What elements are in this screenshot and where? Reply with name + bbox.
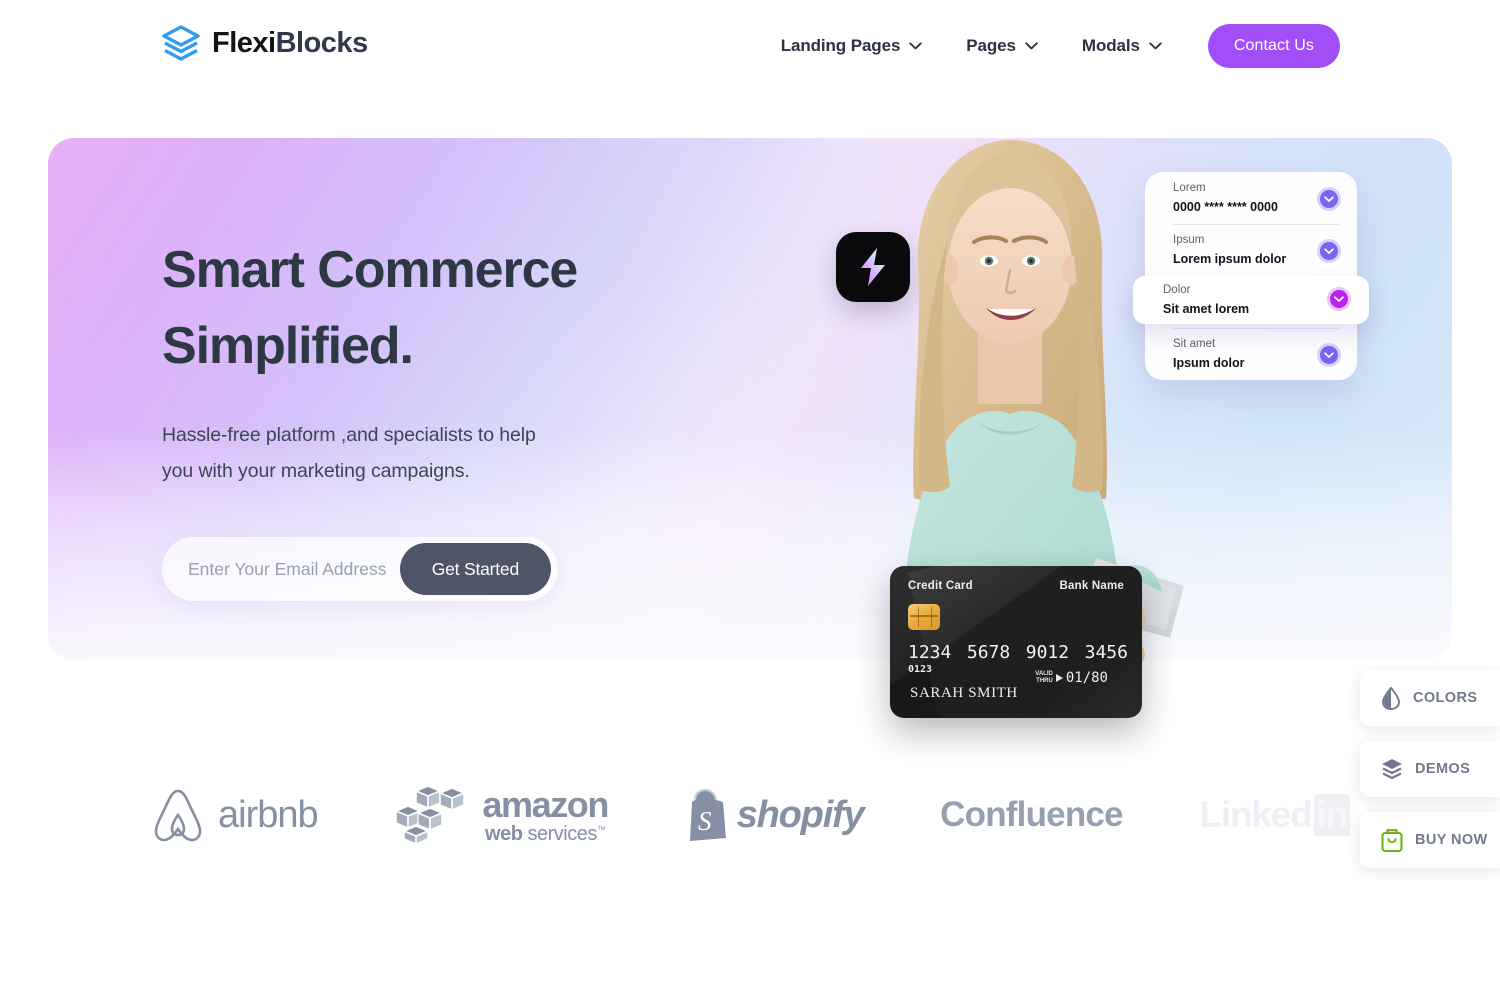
list-item-value: Ipsum dolor [1173,356,1245,370]
contact-us-button[interactable]: Contact Us [1207,24,1340,68]
logo-label-mark: in [1313,794,1350,836]
chevron-down-icon [909,42,923,50]
chevron-down-icon[interactable] [1327,287,1351,311]
logo-sublabel: web services™ [485,823,606,845]
nav-item-label: Modals [1081,36,1140,55]
hero-copy: Smart Commerce Simplified. Hassle-free p… [162,232,722,601]
list-item-value: 0000 **** **** 0000 [1173,200,1278,214]
nav-item-landing-pages[interactable]: Landing Pages [759,26,945,66]
widget-demos[interactable]: DEMOS [1360,741,1500,797]
nav-item-label: Landing Pages [780,36,901,55]
layers-icon [1382,759,1402,780]
subhead-line-1: Hassle-free platform ,and specialists to… [162,423,536,446]
list-item[interactable]: Ipsum Lorem ipsum dolor [1145,224,1357,276]
nav-item-pages[interactable]: Pages [944,26,1060,66]
credit-card-holder: SARAH SMITH [910,685,1018,701]
card-number-group: 9012 [1025,642,1070,663]
email-signup-form: Get Started [162,537,558,601]
widget-label: DEMOS [1415,761,1471,777]
list-item-active[interactable]: Dolor Sit amet lorem [1133,276,1369,324]
headline-line-2: Simplified. [162,317,414,376]
floating-info-card: Lorem 0000 **** **** 0000 Ipsum Lorem ip… [1133,172,1369,380]
logo-label: amazon [482,784,609,825]
widget-label: COLORS [1413,690,1478,706]
list-item[interactable]: Lorem 0000 **** **** 0000 [1145,172,1357,224]
main-navigation: Landing Pages Pages Modals Contact Us [759,24,1340,68]
list-item-label: Ipsum [1173,234,1205,246]
floating-action-widgets: COLORS DEMOS BUY NOW [1360,670,1500,883]
logo-linkedin: Linked in [1199,775,1350,855]
chevron-down-icon[interactable] [1317,343,1341,367]
site-header: FlexiBlocks Landing Pages Pages Modals C… [0,0,1500,92]
logo-shopify: S shopify [685,775,865,855]
logo-confluence: Confluence [940,775,1123,855]
card-number-group: 1234 [908,642,952,663]
card-number-group: 3456 [1084,642,1128,663]
credit-card-validity: VALID THRU 01/80 [1035,670,1108,686]
droplet-icon [1382,686,1400,710]
credit-card-header: Credit Card Bank Name [908,580,1124,592]
shopping-bag-icon [1381,828,1403,852]
widget-label: BUY NOW [1415,832,1488,848]
airbnb-icon [154,789,202,842]
credit-card-graphic: Credit Card Bank Name 1234 5678 9012 345… [890,566,1142,718]
credit-card-bank: Bank Name [1059,580,1124,592]
logo-label: shopify [736,793,865,836]
layers-icon [162,25,200,61]
credit-card-title: Credit Card [908,580,973,592]
valid-thru-label: VALID THRU [1035,671,1053,684]
brand-logo[interactable]: FlexiBlocks [160,22,368,64]
list-item-value: Sit amet lorem [1163,302,1250,316]
aws-cubes-icon [394,785,467,846]
logo-label: Confluence [940,795,1123,834]
list-item[interactable]: Sit amet Ipsum dolor [1145,328,1357,380]
logo-amazon-web-services: amazon web services™ [394,775,609,855]
headline-line-1: Smart Commerce [162,241,578,299]
card-number-group: 5678 [966,642,1011,663]
logo-label: airbnb [218,793,319,836]
list-item-label: Sit amet [1173,338,1216,350]
svg-text:S: S [698,806,712,836]
brand-name-part2: Blocks [275,27,369,59]
brand-name: FlexiBlocks [212,22,368,64]
logo-airbnb: airbnb [150,775,319,855]
nav-item-modals[interactable]: Modals [1060,26,1184,66]
brand-name-part1: Flexi [212,27,276,59]
list-item-value: Lorem ipsum dolor [1173,252,1287,266]
chevron-down-icon [1149,42,1162,50]
hero-subtitle: Hassle-free platform ,and specialists to… [162,417,722,489]
widget-colors[interactable]: COLORS [1360,670,1500,726]
get-started-button[interactable]: Get Started [399,543,551,595]
credit-card-number: 1234 5678 9012 3456 [908,642,1128,663]
credit-card-cvv: 0123 [908,664,933,675]
valid-thru-date: 01/80 [1065,670,1108,686]
subhead-line-2: you with your marketing campaigns. [162,459,470,482]
nav-item-label: Pages [966,36,1016,55]
list-item-label: Dolor [1163,284,1191,296]
logo-label: Linked [1199,794,1312,835]
chevron-down-icon [1025,42,1038,50]
page-title: Smart Commerce Simplified. [162,232,722,385]
chevron-down-icon[interactable] [1317,187,1341,211]
chip-icon [908,604,940,630]
chevron-down-icon[interactable] [1317,239,1341,263]
widget-buy-now[interactable]: BUY NOW [1360,812,1500,868]
brand-logo-strip: airbnb amazon web services™ S shopify Co… [150,770,1350,860]
triangle-icon [1055,674,1063,682]
list-item-label: Lorem [1173,182,1206,194]
shopify-bag-icon: S [689,788,726,841]
